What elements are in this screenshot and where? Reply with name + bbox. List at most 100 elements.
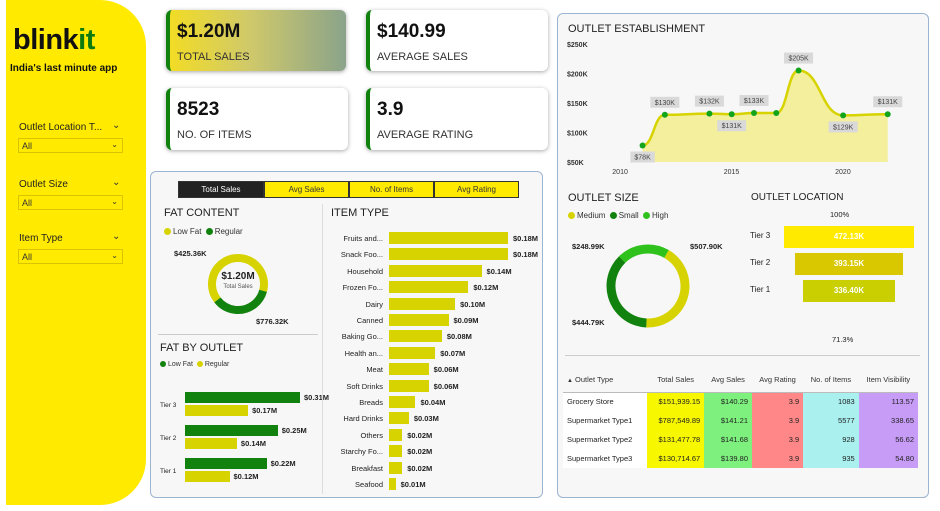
table-header-row: ▲ Outlet Type Total Sales Avg Sales Avg … <box>563 368 918 393</box>
table-cell: Grocery Store <box>563 392 648 411</box>
legend-label: Medium <box>577 211 606 220</box>
slicer-label-item-type: Item Type <box>19 233 63 244</box>
category-label: Soft Drinks <box>346 381 383 391</box>
legend-dot <box>609 212 617 219</box>
dropdown-arrow-icon: ⌄ <box>111 197 118 206</box>
tagline: India's last minute app <box>10 63 118 74</box>
slicer-outlet-location[interactable]: All ⌄ <box>18 138 123 153</box>
data-label: $131K <box>722 123 743 130</box>
bar <box>389 412 409 425</box>
bar <box>389 396 416 408</box>
table-cell: 935 <box>803 449 859 468</box>
size-label-high: $248.99K <box>572 242 605 251</box>
column-header-outlet-type[interactable]: ▲ Outlet Type <box>563 368 648 393</box>
table-cell: $139.80 <box>704 449 752 468</box>
fat-label-lowfat: $776.32K <box>256 317 289 326</box>
table-cell: $130,714.67 <box>647 449 705 468</box>
column-header-item-visibility[interactable]: Item Visibility <box>858 368 918 393</box>
data-point <box>661 111 668 118</box>
data-point <box>728 111 735 118</box>
slicer-value: All <box>22 252 33 262</box>
bar-value-label: $0.14M <box>240 439 266 448</box>
table-row[interactable]: Supermarket Type1 $787,549.89 $141.21 3.9 55… <box>563 411 918 430</box>
dropdown-arrow-icon: ⌄ <box>111 251 118 260</box>
bar-value-label: $0.07M <box>440 348 466 358</box>
tab-avg-sales[interactable]: Avg Sales <box>264 181 349 198</box>
table-cell: Supermarket Type1 <box>563 411 648 430</box>
funnel-top-pct: 100% <box>830 210 850 219</box>
table-cell: 338.65 <box>858 411 918 430</box>
fat-by-outlet-legend: Low Fat Regular <box>160 361 229 368</box>
bar <box>389 461 403 474</box>
header-label: Outlet Type <box>575 375 614 385</box>
bar-value-label: $0.02M <box>407 447 433 457</box>
bar <box>185 392 300 403</box>
tier-label: Tier 2 <box>160 435 177 442</box>
table-cell: Supermarket Type2 <box>563 430 648 449</box>
category-label: Breads <box>359 398 383 407</box>
tab-avg-rating[interactable]: Avg Rating <box>434 181 519 198</box>
bar <box>389 297 456 310</box>
legend-label: Low Fat <box>168 361 193 368</box>
table-row[interactable]: Grocery Store $151,939.15 $140.29 3.9 1083 11… <box>563 392 918 411</box>
data-point <box>706 110 713 117</box>
category-label: Breakfast <box>351 463 383 473</box>
table-cell: $151,939.15 <box>647 392 705 411</box>
bar-value-label: $0.03M <box>413 414 439 424</box>
slicer-outlet-size[interactable]: All ⌄ <box>18 195 123 210</box>
table-cell: 928 <box>803 430 859 449</box>
outlet-establishment-title: OUTLET ESTABLISHMENT <box>568 23 706 35</box>
blinkit-logo: blinkit <box>13 24 95 57</box>
table-cell: 3.9 <box>752 449 804 468</box>
bar <box>389 232 508 244</box>
bar <box>185 438 237 449</box>
outlet-location-title: OUTLET LOCATION <box>751 192 844 203</box>
column-header-total-sales[interactable]: Total Sales <box>647 368 705 393</box>
slicer-value: All <box>22 198 33 208</box>
column-header-avg-sales[interactable]: Avg Sales <box>704 368 752 393</box>
slicer-item-type[interactable]: All ⌄ <box>18 249 123 264</box>
bar <box>185 471 230 482</box>
bar-value-label: $0.14M <box>486 266 512 276</box>
category-label: Others <box>360 430 383 440</box>
table-cell: 113.57 <box>858 392 918 411</box>
tab-no-of-items[interactable]: No. of Items <box>349 181 434 198</box>
legend-dot <box>568 212 575 219</box>
column-header-avg-rating[interactable]: Avg Rating <box>752 368 804 393</box>
size-label-medium: $507.90K <box>690 242 723 251</box>
bar-value-label: $0.08M <box>446 332 472 342</box>
bar-value-label: $0.02M <box>407 430 433 440</box>
bar <box>389 314 449 326</box>
outlet-type-table: ▲ Outlet Type Total Sales Avg Sales Avg … <box>563 368 918 468</box>
bar-value-label: $0.10M <box>460 299 486 309</box>
table-cell: $140.29 <box>704 392 752 411</box>
kpi-label: AVERAGE SALES <box>377 51 468 63</box>
table-cell: 3.9 <box>752 411 804 430</box>
bar-value-label: $0.06M <box>433 381 459 391</box>
bar-value-label: $0.18M <box>513 250 539 260</box>
column-header-no-of-items[interactable]: No. of Items <box>803 368 859 393</box>
chevron-down-icon[interactable]: ⌄ <box>112 231 120 242</box>
funnel-bar: 472.13K <box>784 226 914 248</box>
dropdown-arrow-icon: ⌄ <box>111 140 118 149</box>
bar-value-label: $0.04M <box>420 398 446 407</box>
bar <box>389 363 429 376</box>
chevron-down-icon[interactable]: ⌄ <box>112 120 120 131</box>
donut-slice <box>606 244 690 328</box>
item-type-chart: Fruits and... $0.18M Snack Foo... $0.18M Hou… <box>325 232 540 494</box>
x-tick-label: 2020 <box>835 169 851 176</box>
tab-total-sales[interactable]: Total Sales <box>178 181 264 198</box>
table-row[interactable]: Supermarket Type2 $131,477.78 $141.68 3.9 92… <box>563 430 918 449</box>
bar-value-label: $0.25M <box>281 426 307 435</box>
table-row[interactable]: Supermarket Type3 $130,714.67 $139.80 3.9 93… <box>563 449 918 468</box>
sort-asc-icon[interactable]: ▲ <box>567 378 573 384</box>
legend-dot <box>196 361 203 367</box>
table-cell: $787,549.89 <box>647 411 705 430</box>
bar-value-label: $0.06M <box>433 365 459 375</box>
y-tick-label: $50K <box>567 160 584 167</box>
legend-label: Regular <box>204 361 230 368</box>
chevron-down-icon[interactable]: ⌄ <box>112 177 120 188</box>
bar-value-label: $0.22M <box>270 459 296 468</box>
bar-value-label: $0.02M <box>407 463 433 473</box>
fat-content-legend: Low Fat Regular <box>164 227 243 236</box>
